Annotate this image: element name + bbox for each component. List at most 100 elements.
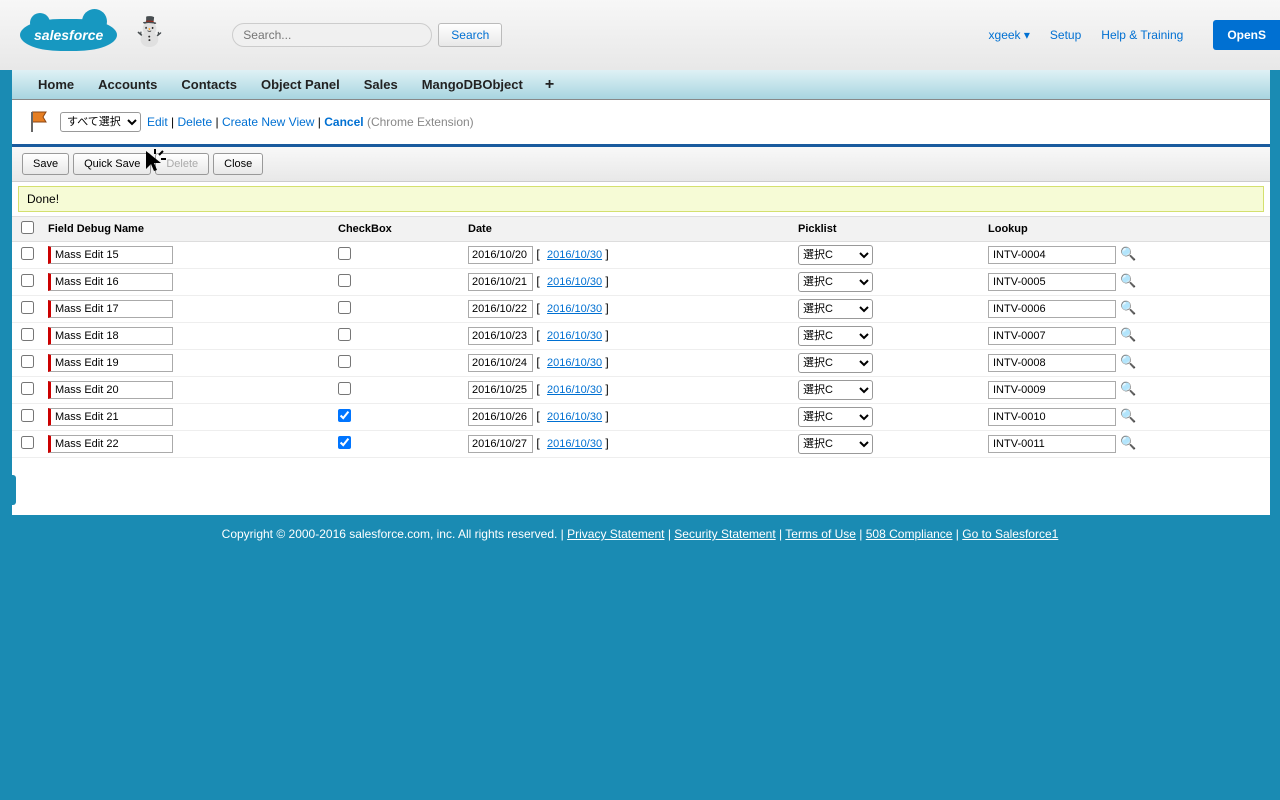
picklist-select[interactable]: 選択C (798, 299, 873, 319)
field-debug-name-input[interactable] (48, 408, 173, 426)
date-quick-link[interactable]: 2016/10/30 (547, 330, 602, 342)
quick-save-button[interactable]: Quick Save (73, 153, 151, 175)
row-checkbox[interactable] (21, 274, 34, 287)
date-quick-link[interactable]: 2016/10/30 (547, 303, 602, 315)
picklist-select[interactable]: 選択C (798, 434, 873, 454)
setup-link[interactable]: Setup (1050, 28, 1081, 42)
checkbox-field[interactable] (338, 274, 351, 287)
checkbox-field[interactable] (338, 247, 351, 260)
close-button[interactable]: Close (213, 153, 263, 175)
date-quick-link[interactable]: 2016/10/30 (547, 357, 602, 369)
row-checkbox[interactable] (21, 355, 34, 368)
picklist-select[interactable]: 選択C (798, 272, 873, 292)
cancel-link[interactable]: Cancel (324, 115, 363, 129)
compliance-link[interactable]: 508 Compliance (866, 527, 953, 541)
date-input[interactable] (468, 300, 533, 318)
col-checkbox[interactable]: CheckBox (332, 217, 462, 242)
lookup-icon[interactable]: 🔍 (1120, 408, 1136, 423)
user-menu[interactable]: xgeek ▾ (989, 28, 1030, 42)
lookup-input[interactable] (988, 300, 1116, 318)
checkbox-field[interactable] (338, 382, 351, 395)
table-row: [ 2016/10/30 ]選択C🔍 (12, 323, 1270, 350)
checkbox-field[interactable] (338, 436, 351, 449)
open-salesforce-button[interactable]: OpenS (1213, 20, 1280, 50)
lookup-input[interactable] (988, 273, 1116, 291)
date-input[interactable] (468, 408, 533, 426)
lookup-icon[interactable]: 🔍 (1120, 273, 1136, 288)
picklist-select[interactable]: 選択C (798, 326, 873, 346)
date-quick-link[interactable]: 2016/10/30 (547, 276, 602, 288)
search-button[interactable]: Search (438, 23, 502, 47)
lookup-input[interactable] (988, 354, 1116, 372)
sidebar-handle-2[interactable] (6, 475, 16, 505)
field-debug-name-input[interactable] (48, 273, 173, 291)
save-button[interactable]: Save (22, 153, 69, 175)
field-debug-name-input[interactable] (48, 354, 173, 372)
col-picklist[interactable]: Picklist (792, 217, 982, 242)
salesforce-logo[interactable]: salesforce (20, 19, 117, 51)
date-input[interactable] (468, 246, 533, 264)
tab-sales[interactable]: Sales (352, 70, 410, 99)
lookup-input[interactable] (988, 435, 1116, 453)
tab-mangodbobject[interactable]: MangoDBObject (410, 70, 535, 99)
create-view-link[interactable]: Create New View (222, 115, 314, 129)
date-input[interactable] (468, 273, 533, 291)
date-quick-link[interactable]: 2016/10/30 (547, 411, 602, 423)
field-debug-name-input[interactable] (48, 327, 173, 345)
search-input[interactable] (232, 23, 432, 47)
picklist-select[interactable]: 選択C (798, 407, 873, 427)
checkbox-field[interactable] (338, 328, 351, 341)
row-checkbox[interactable] (21, 409, 34, 422)
date-quick-link[interactable]: 2016/10/30 (547, 384, 602, 396)
view-select[interactable]: すべて選択 (60, 112, 141, 132)
delete-button[interactable]: Delete (155, 153, 209, 175)
lookup-icon[interactable]: 🔍 (1120, 435, 1136, 450)
checkbox-field[interactable] (338, 301, 351, 314)
lookup-icon[interactable]: 🔍 (1120, 354, 1136, 369)
row-checkbox[interactable] (21, 328, 34, 341)
field-debug-name-input[interactable] (48, 300, 173, 318)
terms-link[interactable]: Terms of Use (785, 527, 856, 541)
row-checkbox[interactable] (21, 436, 34, 449)
lookup-icon[interactable]: 🔍 (1120, 327, 1136, 342)
privacy-link[interactable]: Privacy Statement (567, 527, 664, 541)
picklist-select[interactable]: 選択C (798, 380, 873, 400)
lookup-input[interactable] (988, 327, 1116, 345)
col-lookup[interactable]: Lookup (982, 217, 1270, 242)
row-checkbox[interactable] (21, 382, 34, 395)
delete-view-link[interactable]: Delete (177, 115, 212, 129)
date-input[interactable] (468, 327, 533, 345)
row-checkbox[interactable] (21, 247, 34, 260)
picklist-select[interactable]: 選択C (798, 353, 873, 373)
date-input[interactable] (468, 381, 533, 399)
checkbox-field[interactable] (338, 355, 351, 368)
date-quick-link[interactable]: 2016/10/30 (547, 438, 602, 450)
lookup-icon[interactable]: 🔍 (1120, 300, 1136, 315)
security-link[interactable]: Security Statement (674, 527, 775, 541)
lookup-icon[interactable]: 🔍 (1120, 381, 1136, 396)
tab-contacts[interactable]: Contacts (169, 70, 249, 99)
sf1-link[interactable]: Go to Salesforce1 (962, 527, 1058, 541)
date-input[interactable] (468, 435, 533, 453)
date-quick-link[interactable]: 2016/10/30 (547, 249, 602, 261)
col-debug[interactable]: Field Debug Name (42, 217, 332, 242)
tab-accounts[interactable]: Accounts (86, 70, 169, 99)
row-checkbox[interactable] (21, 301, 34, 314)
lookup-input[interactable] (988, 381, 1116, 399)
lookup-icon[interactable]: 🔍 (1120, 246, 1136, 261)
lookup-input[interactable] (988, 408, 1116, 426)
help-link[interactable]: Help & Training (1101, 28, 1183, 42)
field-debug-name-input[interactable] (48, 246, 173, 264)
date-input[interactable] (468, 354, 533, 372)
tab-home[interactable]: Home (26, 70, 86, 99)
tab-add[interactable]: + (535, 71, 564, 99)
edit-view-link[interactable]: Edit (147, 115, 168, 129)
tab-object-panel[interactable]: Object Panel (249, 70, 352, 99)
col-date[interactable]: Date (462, 217, 792, 242)
picklist-select[interactable]: 選択C (798, 245, 873, 265)
checkbox-field[interactable] (338, 409, 351, 422)
field-debug-name-input[interactable] (48, 381, 173, 399)
lookup-input[interactable] (988, 246, 1116, 264)
select-all-checkbox[interactable] (21, 221, 34, 234)
field-debug-name-input[interactable] (48, 435, 173, 453)
